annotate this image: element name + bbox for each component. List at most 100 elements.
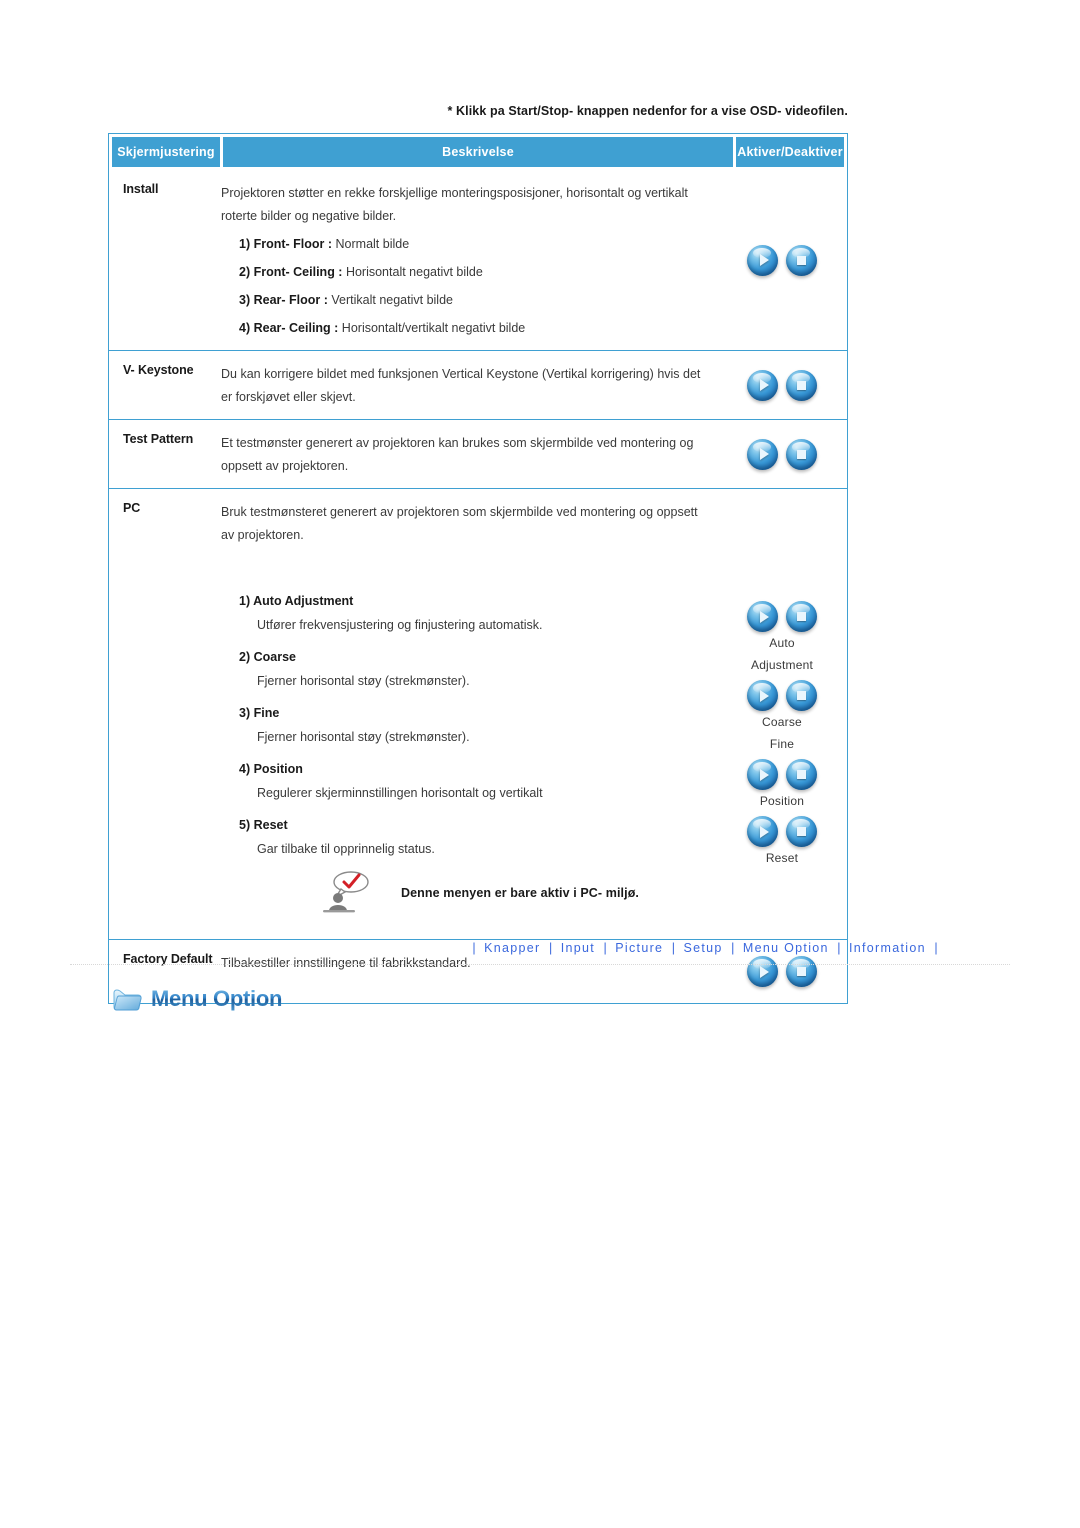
- row-buttons-pc: Auto Adjustment Coarse Fine Position Res…: [717, 489, 847, 939]
- play-icon[interactable]: [747, 244, 778, 276]
- bottom-navigation: | Knapper | Input | Picture | Setup | Me…: [70, 941, 1010, 965]
- pc-subbody-position: Regulerer skjerminnstillingen horisontal…: [257, 786, 543, 800]
- nav-separator: |: [549, 941, 553, 955]
- section-title-text: Menu Option: [151, 986, 283, 1011]
- row-description-pc: Bruk testmønsteret generert av projektor…: [221, 489, 717, 939]
- nav-separator: |: [671, 941, 676, 955]
- pc-spacer: [221, 547, 709, 581]
- install-desc-line-1: Projektoren støtter en rekke forskjellig…: [221, 186, 688, 200]
- button-label-reset: Reset: [765, 851, 799, 865]
- button-pair-auto-adjustment: [747, 601, 817, 632]
- play-icon[interactable]: [747, 680, 778, 711]
- row-label-pc: PC: [123, 501, 141, 515]
- install-item-front-ceiling-label: 2) Front- Ceiling :: [239, 265, 343, 279]
- row-description-install: Projektoren støtter en rekke forskjellig…: [221, 170, 717, 350]
- row-buttons-install: [717, 170, 847, 350]
- pc-subhead-reset: 5) Reset: [239, 818, 288, 832]
- install-desc-line-2: roterte bilder og negative bilder.: [221, 209, 397, 223]
- row-label-install: Install: [123, 182, 159, 196]
- row-buttons-v-keystone: [717, 351, 847, 419]
- install-item-front-floor-label: 1) Front- Floor :: [239, 237, 333, 251]
- pc-subbody-coarse: Fjerner horisontal støy (strekmønster).: [257, 674, 470, 688]
- play-icon[interactable]: [747, 369, 778, 401]
- person-speech-bubble-icon: [321, 871, 373, 915]
- button-pair-install: [747, 244, 817, 276]
- play-icon[interactable]: [747, 438, 778, 470]
- pc-subbody-auto-adjustment: Utfører frekvensjustering og finjusterin…: [257, 618, 543, 632]
- row-description-v-keystone: Du kan korrigere bildet med funksjonen V…: [221, 351, 717, 419]
- stop-icon[interactable]: [786, 369, 817, 401]
- nav-separator: |: [731, 941, 735, 955]
- button-group-auto-adjustment: Auto Adjustment: [747, 601, 817, 678]
- pc-subhead-position: 4) Position: [239, 762, 303, 776]
- install-item-front-floor: 1) Front- Floor : Normalt bilde: [239, 233, 709, 256]
- button-label-fine: Fine: [769, 737, 795, 751]
- row-label-test-pattern: Test Pattern: [123, 432, 194, 446]
- row-label-v-keystone: V- Keystone: [123, 363, 194, 377]
- stop-icon[interactable]: [786, 759, 817, 790]
- button-group-coarse-fine: Coarse Fine: [747, 680, 817, 757]
- column-header-enable-disable: Aktiver/Deaktiver: [736, 137, 844, 167]
- install-item-rear-ceiling-text: Horisontalt/vertikalt negativt bilde: [338, 321, 526, 335]
- nav-link-setup[interactable]: Setup: [684, 941, 723, 955]
- button-group-reset: Reset: [747, 816, 817, 871]
- nav-separator: |: [934, 941, 938, 955]
- nav-link-menu-option[interactable]: Menu Option: [743, 941, 829, 955]
- play-icon[interactable]: [747, 601, 778, 632]
- pc-subhead-fine: 3) Fine: [239, 706, 280, 720]
- nav-separator: |: [603, 941, 607, 955]
- pc-subbody-fine: Fjerner horisontal støy (strekmønster).: [257, 730, 470, 744]
- stop-icon[interactable]: [786, 244, 817, 276]
- section-title-menu-option: Menu Option: [112, 986, 282, 1012]
- button-pair-v-keystone: [747, 369, 817, 401]
- column-header-description: Beskrivelse: [223, 137, 733, 167]
- button-pair-coarse-fine: [747, 680, 817, 711]
- stop-icon[interactable]: [786, 680, 817, 711]
- column-header-adjustment: Skjermjustering: [112, 137, 220, 167]
- table-row-install: Install Projektoren støtter en rekke for…: [109, 170, 847, 350]
- install-item-front-ceiling: 2) Front- Ceiling : Horisontalt negativt…: [239, 261, 709, 284]
- table-row-test-pattern: Test Pattern Et testmønster generert av …: [109, 419, 847, 488]
- folder-icon: [112, 987, 142, 1012]
- nav-link-information[interactable]: Information: [849, 941, 926, 955]
- install-item-rear-floor-label: 3) Rear- Floor :: [239, 293, 328, 307]
- pc-desc-line-1: Bruk testmønsteret generert av projektor…: [221, 505, 698, 519]
- button-label-position: Position: [759, 794, 805, 808]
- testpattern-desc-line-1: Et testmønster generert av projektoren k…: [221, 436, 694, 450]
- pc-note-row: Denne menyen er bare aktiv i PC- miljø.: [221, 861, 709, 929]
- install-item-rear-floor-text: Vertikalt negativt bilde: [327, 293, 453, 307]
- stop-icon[interactable]: [786, 438, 817, 470]
- install-item-front-floor-text: Normalt bilde: [332, 237, 410, 251]
- osd-video-note: * Klikk pa Start/Stop- knappen nedenfor …: [447, 104, 848, 118]
- table-row-pc: PC Bruk testmønsteret generert av projek…: [109, 488, 847, 939]
- table-header-row: Skjermjustering Beskrivelse Aktiver/Deak…: [109, 134, 847, 170]
- install-item-rear-floor: 3) Rear- Floor : Vertikalt negativt bild…: [239, 289, 709, 312]
- stop-icon[interactable]: [786, 601, 817, 632]
- nav-link-input[interactable]: Input: [561, 941, 595, 955]
- nav-separator: |: [472, 941, 476, 955]
- row-description-test-pattern: Et testmønster generert av projektoren k…: [221, 420, 717, 488]
- button-label-coarse: Coarse: [762, 715, 802, 729]
- testpattern-desc-line-2: oppsett av projektoren.: [221, 459, 349, 473]
- nav-link-knapper[interactable]: Knapper: [484, 941, 540, 955]
- osd-settings-table: Skjermjustering Beskrivelse Aktiver/Deak…: [108, 133, 848, 1004]
- nav-link-picture[interactable]: Picture: [615, 941, 663, 955]
- nav-separator: |: [837, 941, 841, 955]
- button-pair-position: [747, 759, 817, 790]
- button-label-adjustment: Adjustment: [750, 658, 814, 672]
- row-buttons-test-pattern: [717, 420, 847, 488]
- install-item-rear-ceiling-label: 4) Rear- Ceiling :: [239, 321, 339, 335]
- button-pair-test-pattern: [747, 438, 817, 470]
- play-icon[interactable]: [747, 759, 778, 790]
- keystone-desc-line-2: er forskjøvet eller skjevt.: [221, 390, 356, 404]
- keystone-desc-line-1: Du kan korrigere bildet med funksjonen V…: [221, 367, 701, 381]
- pc-subhead-auto-adjustment: 1) Auto Adjustment: [239, 594, 354, 608]
- pc-subhead-coarse: 2) Coarse: [239, 650, 296, 664]
- pc-note-text: Denne menyen er bare aktiv i PC- miljø.: [401, 885, 640, 900]
- stop-icon[interactable]: [786, 816, 817, 847]
- install-item-rear-ceiling: 4) Rear- Ceiling : Horisontalt/vertikalt…: [239, 317, 709, 340]
- button-group-position: Position: [747, 759, 817, 814]
- pc-subbody-reset: Gar tilbake til opprinnelig status.: [257, 842, 435, 856]
- play-icon[interactable]: [747, 816, 778, 847]
- pc-desc-line-2: av projektoren.: [221, 528, 304, 542]
